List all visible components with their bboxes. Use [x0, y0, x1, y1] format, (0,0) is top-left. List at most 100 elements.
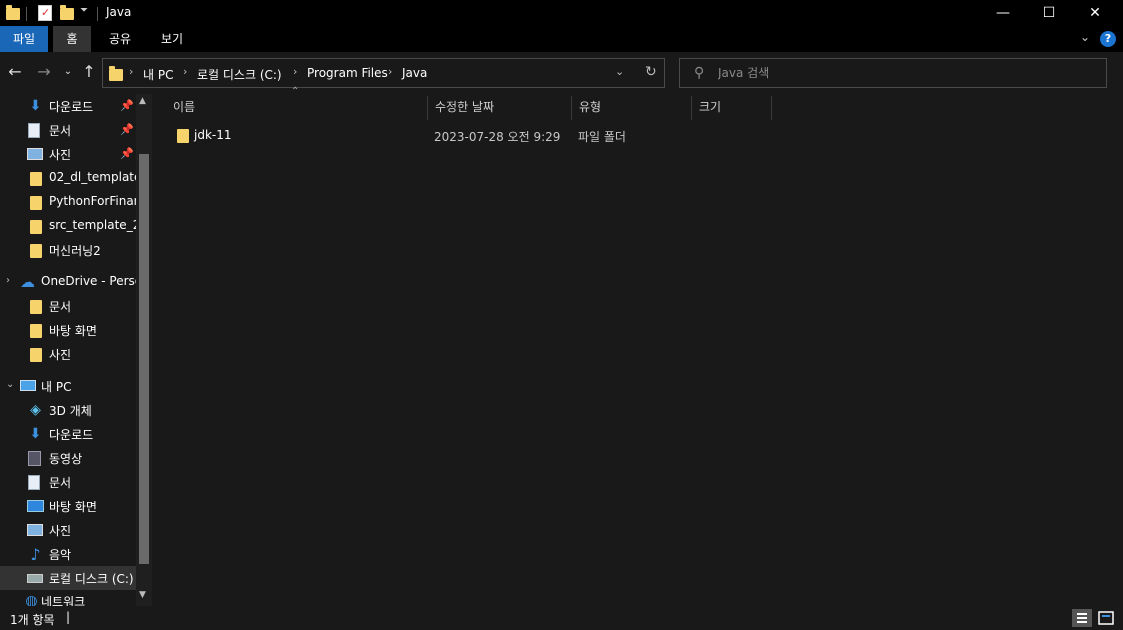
video-icon: [28, 451, 41, 466]
maximize-button[interactable]: ☐: [1026, 0, 1072, 26]
window-title: Java: [106, 5, 132, 19]
folder-icon: [30, 220, 42, 234]
folder-icon: [30, 324, 42, 338]
nav-item-local-disk[interactable]: 로컬 디스크 (C:): [0, 566, 136, 590]
desktop-icon: [27, 500, 44, 512]
nav-item-downloads[interactable]: ⬇ 다운로드 📌: [0, 94, 136, 118]
nav-item-label: 사진: [49, 524, 72, 538]
nav-item-label: 다운로드: [49, 100, 94, 114]
nav-item-this-pc[interactable]: ⌄ 내 PC: [0, 374, 136, 398]
breadcrumb-program-files[interactable]: Program Files: [307, 66, 388, 80]
nav-item-network[interactable]: ◍ 네트워크: [0, 592, 136, 607]
up-button[interactable]: ↑: [79, 62, 99, 82]
breadcrumb-java[interactable]: Java: [402, 66, 427, 80]
breadcrumb-this-pc[interactable]: 내 PC: [143, 66, 173, 83]
column-header-type[interactable]: 유형: [571, 94, 691, 120]
nav-item-onedrive-pictures[interactable]: 사진: [0, 342, 136, 366]
breadcrumb-local-disk[interactable]: 로컬 디스크 (C:): [197, 66, 282, 83]
chevron-down-icon[interactable]: ⌄: [6, 379, 14, 390]
chevron-right-icon[interactable]: ›: [293, 65, 297, 78]
nav-item-label: 문서: [49, 476, 72, 490]
document-icon: [28, 123, 40, 138]
column-divider[interactable]: [771, 96, 772, 120]
nav-item-machine-learning2[interactable]: 머신러닝2: [0, 238, 136, 262]
column-header-size[interactable]: 크기: [691, 94, 771, 120]
help-icon[interactable]: ?: [1100, 31, 1116, 47]
tab-file[interactable]: 파일: [0, 26, 48, 52]
chevron-right-icon[interactable]: ›: [183, 65, 187, 78]
minimize-button[interactable]: —: [980, 0, 1026, 26]
item-count: 1개 항목: [10, 613, 55, 627]
status-bar: 1개 항목 |: [0, 606, 1123, 630]
search-box[interactable]: ⚲: [679, 58, 1107, 88]
nav-item-pc-downloads[interactable]: ⬇ 다운로드: [0, 422, 136, 446]
table-row[interactable]: jdk-11 2023-07-28 오전 9:29 파일 폴더: [169, 124, 626, 148]
large-icons-view-button[interactable]: [1096, 609, 1116, 627]
cube-icon: ◈: [30, 402, 41, 418]
details-view-button[interactable]: [1072, 609, 1092, 627]
cloud-icon: ☁: [20, 273, 35, 291]
details-view-icon: [1077, 613, 1087, 623]
download-icon: ⬇: [29, 426, 42, 442]
nav-scrollbar[interactable]: ▲ ▼: [136, 94, 152, 606]
chevron-right-icon[interactable]: ›: [6, 275, 10, 286]
folder-icon: [177, 129, 189, 143]
scroll-down-icon[interactable]: ▼: [139, 590, 146, 600]
tab-share[interactable]: 공유: [98, 26, 142, 52]
file-name[interactable]: jdk-11: [194, 128, 232, 142]
nav-item-onedrive[interactable]: › ☁ OneDrive - Personal: [0, 270, 136, 294]
chevron-right-icon[interactable]: ›: [388, 65, 392, 78]
title-bar: ✓ ⏷ Java — ☐ ✕: [0, 0, 1123, 26]
nav-item-src-template-2[interactable]: src_template_2: [0, 214, 136, 238]
column-header-modified[interactable]: 수정한 날짜: [427, 94, 571, 120]
folder-icon: [109, 66, 123, 81]
new-folder-icon[interactable]: [60, 5, 74, 20]
nav-item-pc-documents[interactable]: 문서: [0, 470, 136, 494]
nav-item-label: src_template_2: [49, 218, 136, 232]
nav-item-label: 사진: [49, 148, 72, 162]
scrollbar-thumb[interactable]: [139, 154, 149, 564]
address-bar[interactable]: › 내 PC › 로컬 디스크 (C:) › Program Files › J…: [102, 58, 665, 88]
nav-item-label: 다운로드: [49, 428, 94, 442]
pin-icon[interactable]: 📌: [120, 99, 134, 112]
forward-button[interactable]: →: [34, 62, 54, 82]
folder-icon: [30, 172, 42, 186]
pin-icon[interactable]: 📌: [120, 123, 134, 136]
folder-icon: [30, 348, 42, 362]
folder-icon: [30, 244, 42, 258]
nav-item-videos[interactable]: 동영상: [0, 446, 136, 470]
nav-item-label: 사진: [49, 348, 72, 362]
properties-icon[interactable]: ✓: [38, 5, 52, 21]
separator: [97, 7, 98, 21]
nav-item-desktop[interactable]: 바탕 화면: [0, 494, 136, 518]
search-icon: ⚲: [694, 65, 705, 81]
nav-item-label: OneDrive - Personal: [41, 274, 136, 288]
scroll-up-icon[interactable]: ▲: [139, 96, 146, 106]
tab-view[interactable]: 보기: [150, 26, 194, 52]
nav-item-onedrive-desktop[interactable]: 바탕 화면: [0, 318, 136, 342]
chevron-down-icon[interactable]: ⌄: [615, 65, 624, 78]
nav-item-pictures[interactable]: 사진 📌: [0, 142, 136, 166]
recent-locations-button[interactable]: ⌄: [58, 62, 78, 82]
nav-item-pythonforfinance[interactable]: PythonForFinance: [0, 190, 136, 214]
customize-qat-icon[interactable]: ⏷: [80, 5, 88, 16]
folder-icon: [30, 300, 42, 314]
nav-item-02-dl-template3[interactable]: 02_dl_template3: [0, 166, 136, 190]
column-header-name[interactable]: 이름: [165, 94, 427, 120]
nav-item-onedrive-documents[interactable]: 문서: [0, 294, 136, 318]
nav-item-pc-pictures[interactable]: 사진: [0, 518, 136, 542]
folder-icon: [6, 5, 20, 20]
pin-icon[interactable]: 📌: [120, 147, 134, 160]
nav-item-music[interactable]: ♪ 음악: [0, 542, 136, 566]
nav-item-label: 3D 개체: [49, 404, 92, 418]
pictures-icon: [27, 524, 43, 536]
search-input[interactable]: [718, 65, 1088, 81]
expand-ribbon-icon[interactable]: ⌄: [1080, 30, 1090, 44]
back-button[interactable]: ←: [5, 62, 25, 82]
refresh-icon[interactable]: ↻: [645, 64, 657, 80]
nav-item-3d-objects[interactable]: ◈ 3D 개체: [0, 398, 136, 422]
close-button[interactable]: ✕: [1072, 0, 1118, 26]
chevron-right-icon[interactable]: ›: [129, 65, 133, 78]
nav-item-documents[interactable]: 문서 📌: [0, 118, 136, 142]
tab-home[interactable]: 홈: [53, 26, 91, 52]
